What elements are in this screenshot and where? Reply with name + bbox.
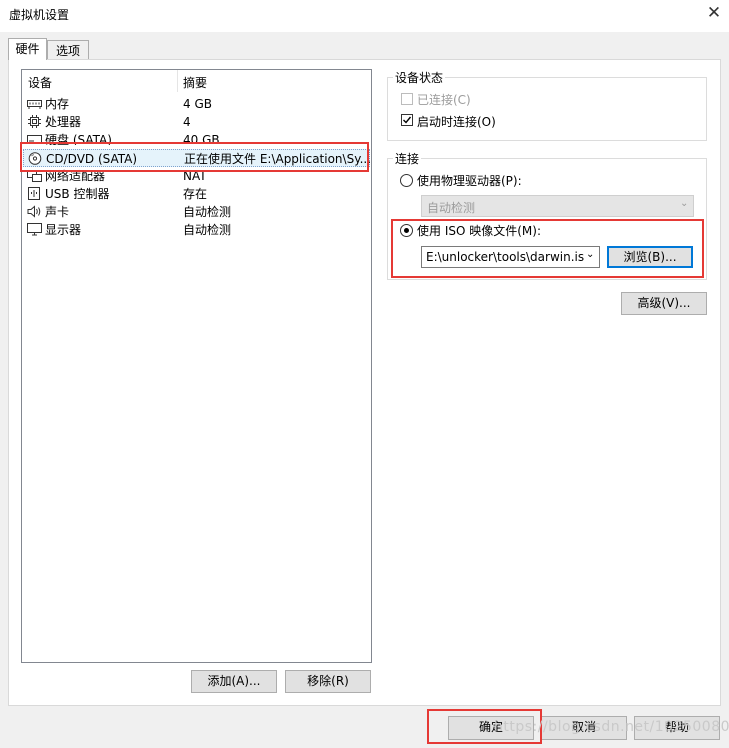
device-name: 处理器	[45, 115, 82, 129]
device-row-usb[interactable]: USB 控制器 存在	[23, 185, 370, 203]
remove-hardware-button[interactable]: 移除(R)	[285, 670, 371, 693]
advanced-button[interactable]: 高级(V)...	[621, 292, 707, 315]
device-name: 内存	[45, 97, 70, 111]
connect-at-power-on-label: 启动时连接(O)	[417, 115, 496, 129]
window-title: 虚拟机设置	[9, 8, 70, 22]
physical-drive-radio[interactable]	[400, 174, 413, 187]
tab-options[interactable]: 选项	[47, 40, 89, 59]
watermark-text: https://blog.csdn.net/102500804	[494, 719, 729, 735]
device-name: USB 控制器	[45, 187, 110, 201]
device-row-processor[interactable]: 处理器 4	[23, 113, 370, 131]
device-row-display[interactable]: 显示器 自动检测	[23, 221, 370, 239]
device-summary: 自动检测	[183, 223, 232, 237]
add-hardware-button[interactable]: 添加(A)...	[191, 670, 277, 693]
memory-icon	[27, 100, 42, 109]
header-summary[interactable]: 摘要	[179, 70, 371, 92]
device-name: 显示器	[45, 223, 82, 237]
device-status-legend: 设备状态	[393, 69, 446, 86]
physical-drive-select-value: 自动检测	[427, 201, 476, 215]
list-header: 设备 摘要	[22, 70, 371, 92]
device-summary: 4 GB	[183, 97, 212, 111]
connection-legend: 连接	[393, 150, 422, 167]
device-row-memory[interactable]: 内存 4 GB	[23, 95, 370, 113]
connected-label: 已连接(C)	[417, 93, 471, 107]
processor-icon	[28, 115, 41, 128]
annotation-highlight-iso	[391, 219, 704, 278]
sound-card-icon	[27, 205, 41, 218]
connect-at-power-on-checkbox[interactable]	[401, 114, 413, 126]
device-summary: 存在	[183, 187, 208, 201]
device-status-group	[387, 77, 707, 141]
title-bar	[0, 0, 729, 32]
checkmark-icon	[403, 116, 412, 124]
device-row-sound[interactable]: 声卡 自动检测	[23, 203, 370, 221]
device-summary: 自动检测	[183, 205, 232, 219]
tab-hardware[interactable]: 硬件	[8, 38, 47, 60]
display-icon	[27, 223, 42, 236]
chevron-down-icon: ⌄	[680, 198, 689, 209]
physical-drive-label: 使用物理驱动器(P):	[417, 174, 522, 188]
header-device[interactable]: 设备	[22, 70, 178, 92]
physical-drive-select[interactable]: 自动检测 ⌄	[421, 195, 694, 217]
device-name: 声卡	[45, 205, 70, 219]
close-icon[interactable]: ✕	[703, 2, 725, 24]
connected-checkbox[interactable]	[401, 93, 413, 105]
device-summary: 4	[183, 115, 191, 129]
usb-icon	[28, 187, 40, 200]
annotation-highlight-cd-dvd	[20, 142, 369, 172]
